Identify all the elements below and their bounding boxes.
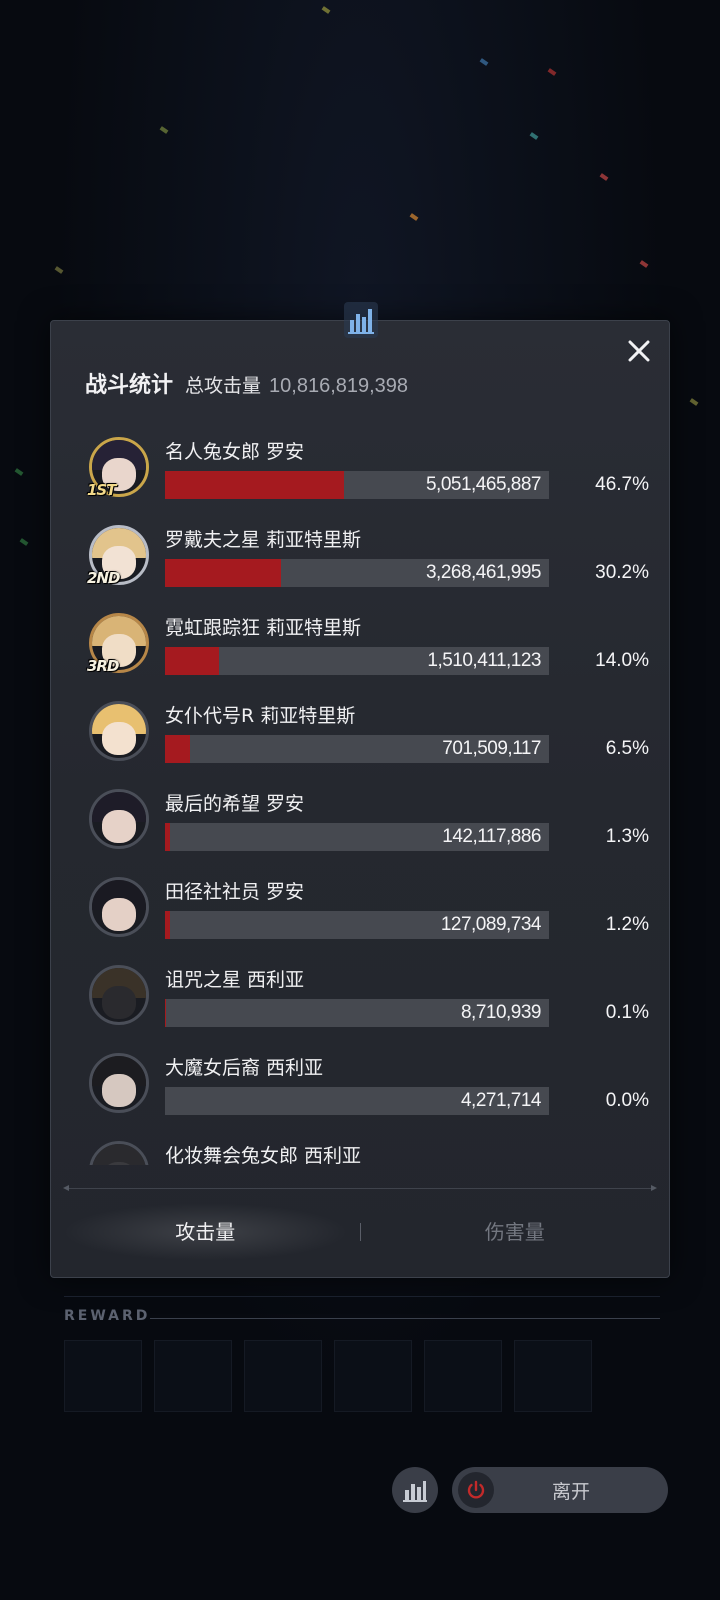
list-item: 2ND 罗戴夫之星 莉亚特里斯 3,268,461,995 30.2% bbox=[81, 517, 651, 605]
battle-stats-panel: 战斗统计 总攻击量 10,816,819,398 1ST 名人兔女郎 罗安 5,… bbox=[50, 320, 670, 1278]
damage-bar-fill bbox=[165, 911, 170, 939]
total-attack-value: 10,816,819,398 bbox=[269, 375, 409, 397]
damage-bar: 142,117,886 bbox=[165, 823, 549, 851]
attack-percent: 1.3% bbox=[605, 826, 649, 847]
bar-chart-icon bbox=[403, 1481, 427, 1502]
list-item: 最后的希望 罗安 142,117,886 1.3% bbox=[81, 781, 651, 869]
character-name: 女仆代号R 莉亚特里斯 bbox=[165, 705, 356, 727]
attack-amount: 142,117,886 bbox=[442, 826, 541, 847]
attack-amount: 8,710,939 bbox=[460, 1002, 542, 1023]
avatar bbox=[89, 789, 149, 849]
list-item: 3RD 霓虹跟踪狂 莉亚特里斯 1,510,411,123 14.0% bbox=[81, 605, 651, 693]
list-item: 化妆舞会兔女郎 西利亚 bbox=[81, 1133, 651, 1165]
damage-bar: 701,509,117 bbox=[165, 735, 549, 763]
reward-slot bbox=[64, 1340, 142, 1412]
damage-bar: 8,710,939 bbox=[165, 999, 549, 1027]
damage-bar: 127,089,734 bbox=[165, 911, 549, 939]
result-divider bbox=[64, 1296, 660, 1297]
list-item: 诅咒之星 西利亚 8,710,939 0.1% bbox=[81, 957, 651, 1045]
stats-tabs: 攻击量 伤害量 bbox=[51, 1201, 669, 1263]
leave-button[interactable]: 离开 bbox=[452, 1467, 668, 1513]
reward-slot bbox=[514, 1340, 592, 1412]
attack-percent: 46.7% bbox=[595, 474, 649, 495]
damage-bar: 3,268,461,995 bbox=[165, 559, 549, 587]
power-icon bbox=[458, 1472, 494, 1508]
reward-label: REWARD bbox=[64, 1308, 151, 1324]
attack-amount: 127,089,734 bbox=[440, 914, 542, 935]
tab-attack[interactable]: 攻击量 bbox=[51, 1201, 360, 1263]
damage-bar-fill bbox=[165, 471, 345, 499]
character-name: 诅咒之星 西利亚 bbox=[165, 969, 305, 991]
close-icon[interactable] bbox=[625, 337, 653, 365]
character-name: 最后的希望 罗安 bbox=[165, 793, 305, 815]
attack-percent: 0.1% bbox=[605, 1002, 649, 1023]
damage-bar: 4,271,714 bbox=[165, 1087, 549, 1115]
damage-bar: 5,051,465,887 bbox=[165, 471, 549, 499]
list-item: 女仆代号R 莉亚特里斯 701,509,117 6.5% bbox=[81, 693, 651, 781]
damage-bar-fill bbox=[165, 559, 281, 587]
character-name: 大魔女后裔 西利亚 bbox=[165, 1057, 324, 1079]
avatar bbox=[89, 1053, 149, 1113]
list-item: 1ST 名人兔女郎 罗安 5,051,465,887 46.7% bbox=[81, 429, 651, 517]
list-item: 大魔女后裔 西利亚 4,271,714 0.0% bbox=[81, 1045, 651, 1133]
avatar bbox=[89, 701, 149, 761]
attack-percent: 6.5% bbox=[605, 738, 649, 759]
tab-damage[interactable]: 伤害量 bbox=[361, 1201, 670, 1263]
character-name: 化妆舞会兔女郎 西利亚 bbox=[165, 1145, 362, 1165]
reward-slots bbox=[64, 1340, 592, 1412]
attack-percent: 0.0% bbox=[605, 1090, 649, 1111]
attack-amount: 3,268,461,995 bbox=[425, 562, 542, 583]
rank-badge: 2ND bbox=[87, 569, 120, 587]
damage-bar-fill bbox=[165, 735, 190, 763]
damage-bar-fill bbox=[165, 823, 170, 851]
panel-header: 战斗统计 总攻击量 10,816,819,398 bbox=[85, 367, 408, 399]
reward-slot bbox=[334, 1340, 412, 1412]
list-item: 田径社社员 罗安 127,089,734 1.2% bbox=[81, 869, 651, 957]
attack-amount: 4,271,714 bbox=[460, 1090, 542, 1111]
character-name: 罗戴夫之星 莉亚特里斯 bbox=[165, 529, 362, 551]
damage-bar-fill bbox=[165, 647, 219, 675]
leave-label: 离开 bbox=[551, 1480, 590, 1503]
character-name: 霓虹跟踪狂 莉亚特里斯 bbox=[165, 617, 362, 639]
battle-stats-button[interactable] bbox=[392, 1467, 438, 1513]
reward-divider bbox=[150, 1318, 660, 1319]
attack-percent: 14.0% bbox=[595, 650, 649, 671]
attack-percent: 30.2% bbox=[595, 562, 649, 583]
damage-bar: 1,510,411,123 bbox=[165, 647, 549, 675]
character-name: 田径社社员 罗安 bbox=[165, 881, 305, 903]
attack-amount: 1,510,411,123 bbox=[427, 650, 541, 671]
avatar bbox=[89, 1141, 149, 1165]
avatar bbox=[89, 965, 149, 1025]
total-attack-label: 总攻击量 bbox=[185, 375, 262, 397]
panel-title: 战斗统计 bbox=[85, 373, 174, 398]
rank-badge: 3RD bbox=[87, 657, 119, 675]
reward-slot bbox=[244, 1340, 322, 1412]
bar-chart-icon bbox=[344, 302, 378, 338]
avatar bbox=[89, 877, 149, 937]
attack-amount: 5,051,465,887 bbox=[425, 474, 542, 495]
attack-amount: 701,509,117 bbox=[442, 738, 541, 759]
reward-slot bbox=[424, 1340, 502, 1412]
rank-badge: 1ST bbox=[87, 481, 117, 499]
attack-percent: 1.2% bbox=[605, 914, 649, 935]
character-name: 名人兔女郎 罗安 bbox=[165, 441, 305, 463]
list-divider bbox=[63, 1185, 657, 1191]
reward-slot bbox=[154, 1340, 232, 1412]
stats-list[interactable]: 1ST 名人兔女郎 罗安 5,051,465,887 46.7% 2ND 罗戴夫… bbox=[81, 429, 651, 1165]
